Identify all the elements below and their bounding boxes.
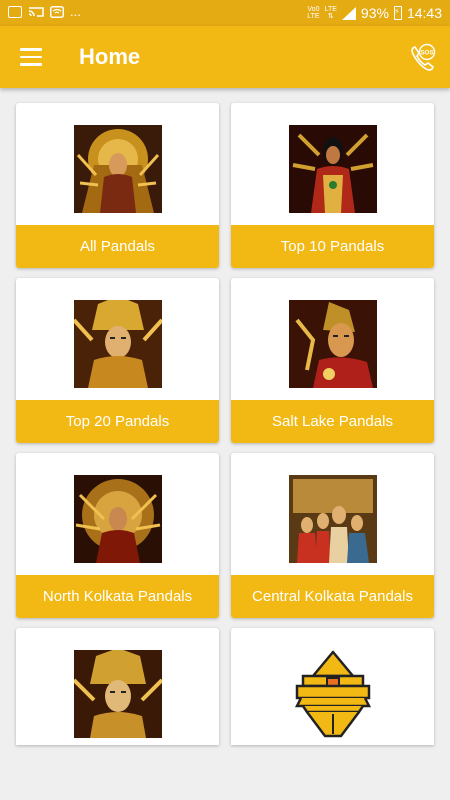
lte-indicator: LTE ⇅ [325,6,337,20]
card-all-pandals[interactable]: All Pandals [16,103,219,268]
durga-idol-image [74,300,162,388]
card-top-10-pandals[interactable]: Top 10 Pandals [231,103,434,268]
notification-more-indicator: ... [70,3,81,19]
durga-idol-image [289,125,377,213]
durga-idol-image [74,125,162,213]
card-category[interactable] [16,628,219,745]
card-salt-lake-pandals[interactable]: Salt Lake Pandals [231,278,434,443]
status-bar: ... Vo0 LTE LTE ⇅ 93% 14:43 [0,0,450,26]
volte-lte-label: LTE [307,13,320,20]
card-label: All Pandals [16,225,219,268]
battery-percent: 93% [360,5,389,21]
battery-charging-icon [393,6,402,20]
page-title: Home [79,44,141,69]
hamburger-menu-icon[interactable] [20,48,42,66]
card-label: Top 10 Pandals [231,225,434,268]
durga-idol-image [289,300,377,388]
lte-arrows: ⇅ [327,13,334,20]
card-label: Top 20 Pandals [16,400,219,443]
app-bar: Home SOS [0,26,450,88]
card-category[interactable] [231,628,434,745]
signal-icon [341,6,356,20]
clock: 14:43 [406,5,442,21]
durga-idol-image [74,475,162,563]
cast-icon [28,7,44,17]
durga-idol-image [74,650,162,738]
gallery-icon [8,5,22,18]
card-label: North Kolkata Pandals [16,575,219,618]
sos-label: SOS [421,51,434,57]
sos-phone-icon[interactable]: SOS [410,42,436,72]
lte-label: LTE [324,6,337,13]
card-label: Salt Lake Pandals [231,400,434,443]
volte-indicator: Vo0 LTE [307,6,319,20]
wifi-icon [50,5,64,18]
pandal-building-icon [294,650,372,738]
card-central-kolkata-pandals[interactable]: Central Kolkata Pandals [231,453,434,618]
card-label: Central Kolkata Pandals [231,575,434,618]
durga-idol-image [289,475,377,563]
volte-label: Vo0 [307,6,320,13]
card-top-20-pandals[interactable]: Top 20 Pandals [16,278,219,443]
card-north-kolkata-pandals[interactable]: North Kolkata Pandals [16,453,219,618]
